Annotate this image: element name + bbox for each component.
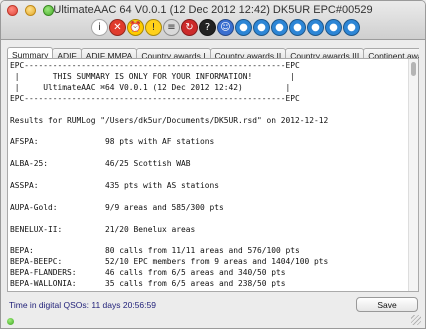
globe-icon: ● (239, 22, 248, 33)
person-icon: ☺ (220, 22, 231, 33)
status-text: Time in digital QSOs: 11 days 20:56:59 (9, 300, 156, 310)
warning-icon: ! (151, 22, 156, 33)
toolbar-button-info[interactable]: i (91, 19, 108, 36)
toolbar-button-alarm[interactable]: ⏰ (127, 19, 144, 36)
scrollbar-thumb[interactable] (411, 62, 416, 76)
stop-icon: ✕ (113, 22, 122, 33)
toolbar-button-globe-2[interactable]: ● (253, 19, 270, 36)
toolbar: i ✕ ⏰! ≡ ↻? ☺ ● ● ● ● ● ● ● (1, 18, 425, 38)
main-window: UltimateAAC 64 V0.0.1 (12 Dec 2012 12:42… (0, 0, 426, 329)
tab-bar: Summary ADIF ADIF MMPA Country awards I Coun… (7, 44, 419, 59)
toolbar-button-reload[interactable]: ↻ (181, 19, 198, 36)
info-icon: i (98, 22, 101, 33)
vertical-scrollbar[interactable] (408, 59, 418, 291)
toolbar-button-globe-4[interactable]: ● (289, 19, 306, 36)
alarm-icon: ⏰ (129, 22, 142, 33)
summary-panel: EPC-------------------------------------… (7, 58, 419, 292)
summary-text: EPC-------------------------------------… (10, 61, 329, 289)
toolbar-button-help[interactable]: ? (199, 19, 216, 36)
help-icon: ? (204, 22, 211, 33)
toolbar-button-notes[interactable]: ≡ (163, 19, 180, 36)
reload-icon: ↻ (185, 22, 194, 33)
toolbar-button-stop[interactable]: ✕ (109, 19, 126, 36)
globe-icon: ● (257, 22, 266, 33)
save-button[interactable]: Save (356, 297, 418, 312)
activity-indicator-icon (7, 318, 14, 325)
toolbar-button-warning[interactable]: ! (145, 19, 162, 36)
globe-icon: ● (311, 22, 320, 33)
window-title: UltimateAAC 64 V0.0.1 (12 Dec 2012 12:42… (53, 4, 373, 16)
globe-icon: ● (293, 22, 302, 33)
toolbar-button-person[interactable]: ☺ (217, 19, 234, 36)
globe-icon: ● (329, 22, 338, 33)
notes-icon: ≡ (167, 22, 176, 33)
toolbar-button-globe-6[interactable]: ● (325, 19, 342, 36)
toolbar-button-globe-3[interactable]: ● (271, 19, 288, 36)
resize-grip-icon[interactable] (411, 315, 421, 325)
title-bar: UltimateAAC 64 V0.0.1 (12 Dec 2012 12:42… (1, 1, 425, 40)
toolbar-button-globe-5[interactable]: ● (307, 19, 324, 36)
globe-icon: ● (347, 22, 356, 33)
globe-icon: ● (275, 22, 284, 33)
toolbar-button-globe-1[interactable]: ● (235, 19, 252, 36)
toolbar-button-globe-7[interactable]: ● (343, 19, 360, 36)
